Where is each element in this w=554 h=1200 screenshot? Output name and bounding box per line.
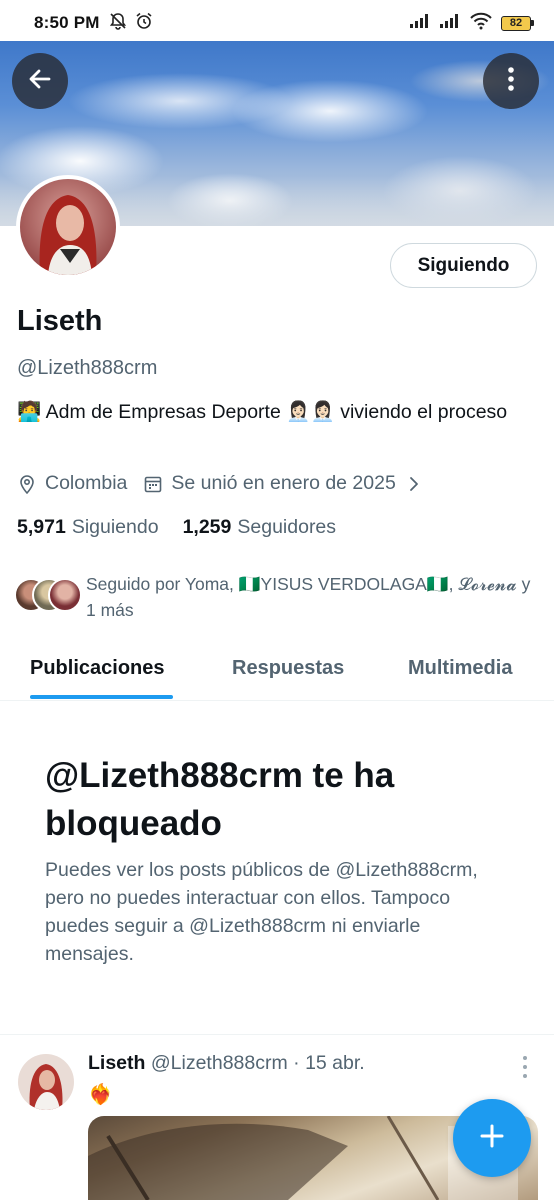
post-header: Liseth @Lizeth888crm · 15 abr.: [88, 1052, 365, 1075]
post-author-handle[interactable]: @Lizeth888crm: [151, 1052, 288, 1074]
post-content: ❤️‍🔥: [88, 1084, 113, 1106]
back-button[interactable]: [12, 53, 68, 109]
signal-icon: [409, 13, 431, 34]
more-options-button[interactable]: [483, 53, 539, 109]
signal-icon-2: [439, 13, 461, 34]
followed-by-text: Seguido por Yoma, 🇳🇬YISUS VERDOLAGA🇳🇬, 𝓛…: [86, 574, 531, 620]
avatar: [48, 578, 82, 612]
wifi-icon: [469, 12, 493, 35]
battery-icon: 82: [501, 15, 534, 31]
post-author-name[interactable]: Liseth: [88, 1052, 145, 1074]
arrow-left-icon: [26, 65, 54, 98]
profile-tabs: Publicaciones Respuestas Multimedia: [0, 640, 554, 701]
post-author-avatar[interactable]: [18, 1054, 74, 1110]
post-separator: ·: [293, 1052, 300, 1074]
followers-stat[interactable]: 1,259 Seguidores: [183, 516, 336, 539]
blocked-description: Puedes ver los posts públicos de @Lizeth…: [45, 859, 478, 965]
following-label: Siguiendo: [71, 516, 159, 538]
location-pin-icon: [17, 473, 37, 495]
bell-off-icon: [108, 11, 128, 36]
plus-icon: [478, 1122, 506, 1155]
divider: [0, 1034, 554, 1035]
profile-meta: Colombia Se unió en enero de 2025: [17, 472, 420, 495]
active-tab-indicator: [30, 695, 173, 699]
profile-joined-date[interactable]: Se unió en enero de 2025: [171, 472, 395, 495]
more-vertical-icon: [507, 66, 515, 97]
following-button[interactable]: Siguiendo: [390, 243, 537, 288]
tab-publicaciones[interactable]: Publicaciones: [30, 657, 165, 680]
followers-label: Seguidores: [237, 516, 337, 538]
alarm-icon: [134, 11, 154, 36]
profile-stats: 5,971 Siguiendo 1,259 Seguidores: [17, 516, 336, 539]
post-date[interactable]: 15 abr.: [305, 1052, 365, 1074]
status-bar: 8:50 PM 82: [0, 0, 554, 46]
status-time: 8:50 PM: [34, 13, 100, 32]
status-right-icons: 82: [409, 12, 534, 35]
post-more-icon[interactable]: [517, 1056, 533, 1078]
following-count: 5,971: [17, 516, 66, 538]
battery-level: 82: [501, 15, 531, 31]
tab-multimedia[interactable]: Multimedia: [408, 657, 512, 680]
followers-count: 1,259: [182, 516, 232, 538]
compose-button[interactable]: [453, 1099, 531, 1177]
followed-by-row[interactable]: Seguido por Yoma, 🇳🇬YISUS VERDOLAGA🇳🇬, 𝓛…: [14, 571, 544, 623]
profile-name: Liseth: [17, 305, 103, 337]
profile-location: Colombia: [45, 472, 128, 494]
calendar-icon: [143, 474, 163, 494]
profile-avatar[interactable]: [16, 175, 120, 279]
tab-respuestas[interactable]: Respuestas: [232, 657, 344, 680]
chevron-right-icon[interactable]: [408, 475, 420, 493]
profile-handle: @Lizeth888crm: [17, 357, 158, 379]
status-left-icons: [108, 11, 154, 36]
followed-by-avatars: [14, 578, 82, 614]
following-stat[interactable]: 5,971 Siguiendo: [17, 516, 159, 539]
profile-bio: 🧑‍💻 Adm de Empresas Deporte 👩🏻‍💼👩🏻‍💼 viv…: [17, 401, 508, 423]
blocked-title: @Lizeth888crm te ha bloqueado: [45, 756, 395, 843]
